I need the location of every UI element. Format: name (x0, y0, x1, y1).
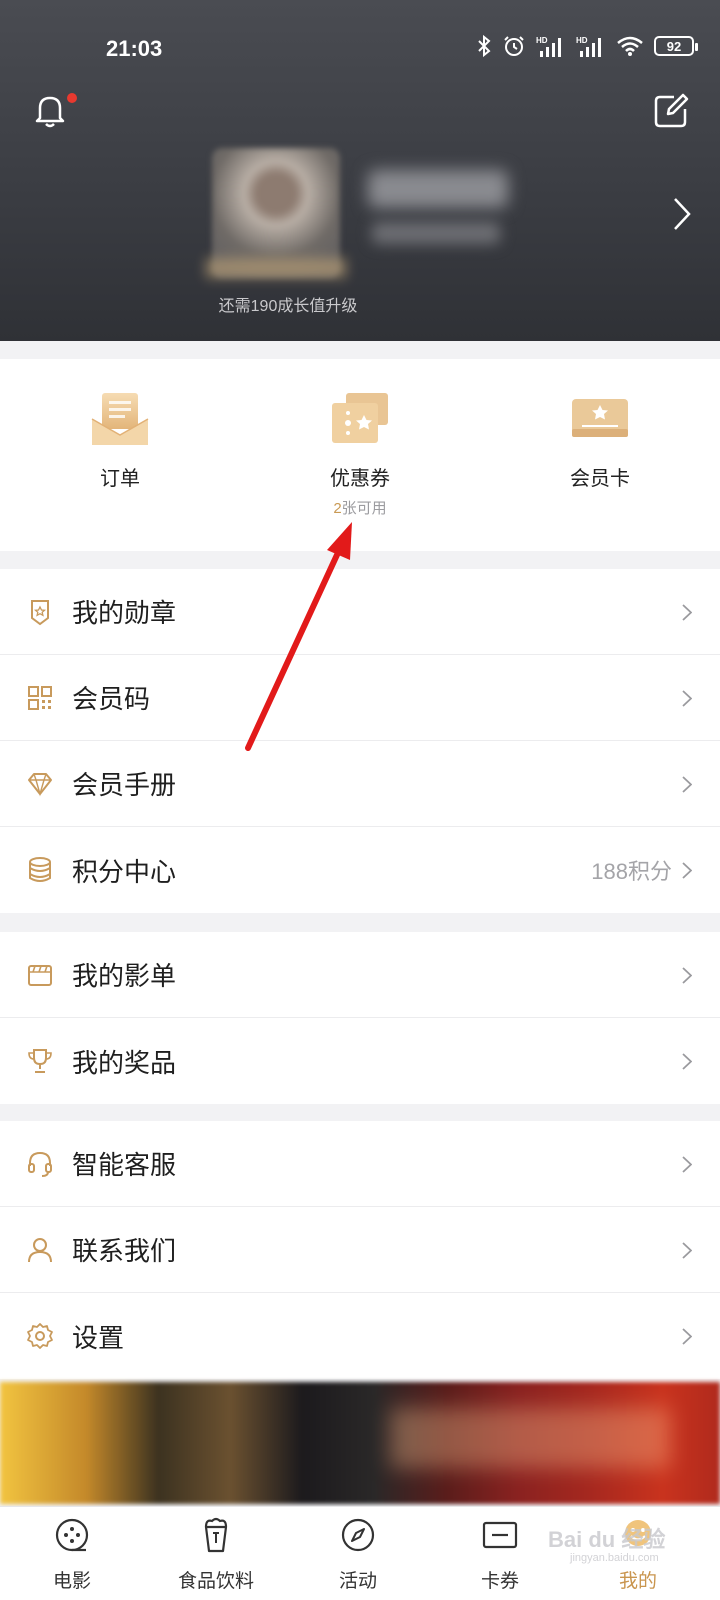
nav-label-activities: 活动 (338, 1571, 377, 1592)
menu-label-contact-us: 联系我们 (72, 1236, 177, 1266)
bluetooth-icon (478, 34, 491, 58)
wifi-icon (617, 36, 643, 56)
nav-food[interactable]: 食品饮料 (156, 1515, 276, 1593)
status-icons: HD HD 92 (476, 34, 698, 58)
baidu-watermark-url: jingyan.baidu.com (570, 1552, 659, 1564)
promo-banner[interactable] (0, 1382, 720, 1504)
film-reel-icon (55, 1518, 89, 1552)
coupons-available: 2张可用 (260, 497, 460, 518)
nav-cards[interactable]: 卡券 (440, 1515, 560, 1593)
menu-label-member-handbook: 会员手册 (72, 770, 177, 800)
menu-item-contact-us[interactable]: 联系我们 (0, 1207, 720, 1293)
orders-button[interactable]: 订单 (20, 389, 220, 491)
coins-icon (29, 857, 51, 882)
menu-item-prizes[interactable]: 我的奖品 (0, 1018, 720, 1104)
menu-label-medals: 我的勋章 (72, 598, 177, 628)
status-time: 21:03 (106, 36, 163, 61)
chevron-right-icon (682, 967, 692, 984)
profile-header: 21:03 HD HD 92 还需190成长值升级 (0, 0, 720, 341)
nav-label-cards: 卡券 (480, 1571, 519, 1592)
menu-item-member-handbook[interactable]: 会员手册 (0, 741, 720, 827)
battery-level: 92 (666, 38, 682, 54)
chevron-right-icon (682, 1156, 692, 1173)
promo-banner-blurred-text (390, 1408, 670, 1468)
menu-label-smart-service: 智能客服 (72, 1150, 177, 1180)
menu-item-medals[interactable]: 我的勋章 (0, 569, 720, 655)
menu-item-settings[interactable]: 设置 (0, 1293, 720, 1379)
edit-icon[interactable] (652, 92, 690, 130)
coupon-icon (332, 393, 388, 443)
coupons-label: 优惠券 (330, 468, 390, 490)
menu-label-prizes: 我的奖品 (72, 1047, 177, 1078)
menu-group-2: 我的影单 我的奖品 (0, 932, 720, 1104)
medal-icon (31, 600, 49, 626)
menu-item-smart-service[interactable]: 智能客服 (0, 1121, 720, 1207)
headset-icon (28, 1151, 52, 1177)
menu-label-watchlist: 我的影单 (72, 961, 177, 991)
member-card-button[interactable]: 会员卡 (500, 389, 700, 491)
baidu-watermark: Bai du 经验 (548, 1527, 666, 1552)
chevron-right-icon[interactable] (672, 196, 692, 232)
menu-item-member-code[interactable]: 会员码 (0, 655, 720, 741)
username-blurred (368, 170, 508, 208)
member-card-label: 会员卡 (570, 468, 630, 490)
battery-icon: 92 (654, 36, 698, 56)
person-icon (28, 1238, 52, 1263)
chevron-right-icon (682, 1053, 692, 1070)
notification-dot (67, 93, 77, 103)
svg-text:HD: HD (536, 36, 548, 45)
points-balance: 188积分 (591, 859, 672, 884)
quick-actions: 订单 优惠券 2张可用 会员卡 (0, 359, 720, 551)
nav-label-movies: 电影 (52, 1571, 91, 1592)
coupons-available-text: 张可用 (341, 500, 387, 517)
coupons-count: 2 (333, 500, 342, 517)
wallet-icon (482, 1521, 518, 1549)
upgrade-hint: 还需190成长值升级 (218, 298, 358, 315)
menu-label-points-center: 积分中心 (72, 856, 177, 887)
order-icon (91, 393, 149, 445)
nav-movies[interactable]: 电影 (12, 1515, 132, 1593)
nav-label-mine: 我的 (618, 1571, 657, 1592)
menu-group-3: 智能客服 联系我们 设置 (0, 1121, 720, 1379)
menu-label-settings: 设置 (72, 1322, 125, 1353)
signal-hd-icon: HD (536, 36, 561, 57)
menu-label-member-code: 会员码 (72, 684, 151, 714)
qr-code-icon (28, 686, 52, 710)
menu-group-1: 我的勋章 会员码 会员手册 积分中心 188积分 (0, 569, 720, 913)
nav-label-food: 食品饮料 (177, 1571, 254, 1592)
chevron-right-icon (682, 1242, 692, 1259)
clapperboard-icon (28, 965, 52, 986)
menu-item-points-center[interactable]: 积分中心 188积分 (0, 827, 720, 913)
menu-item-watchlist[interactable]: 我的影单 (0, 932, 720, 1018)
chevron-right-icon (682, 1328, 692, 1345)
chevron-right-icon (682, 690, 692, 707)
chevron-right-icon (682, 776, 692, 793)
orders-label: 订单 (100, 468, 140, 490)
level-badge-blurred (206, 258, 346, 278)
signal-hd-icon-2: HD (576, 36, 601, 57)
coupons-button[interactable]: 优惠券 2张可用 (260, 389, 460, 518)
diamond-icon (28, 773, 52, 797)
user-id-blurred (372, 222, 500, 244)
member-card-icon (572, 399, 628, 437)
gear-icon (27, 1323, 53, 1349)
chevron-right-icon (682, 862, 692, 879)
trophy-icon (28, 1049, 52, 1073)
alarm-icon (504, 36, 524, 56)
bell-icon[interactable] (30, 90, 70, 130)
nav-activities[interactable]: 活动 (298, 1515, 418, 1593)
svg-text:HD: HD (576, 36, 588, 45)
chevron-right-icon (682, 604, 692, 621)
compass-icon (341, 1518, 375, 1552)
popcorn-icon (204, 1517, 228, 1553)
